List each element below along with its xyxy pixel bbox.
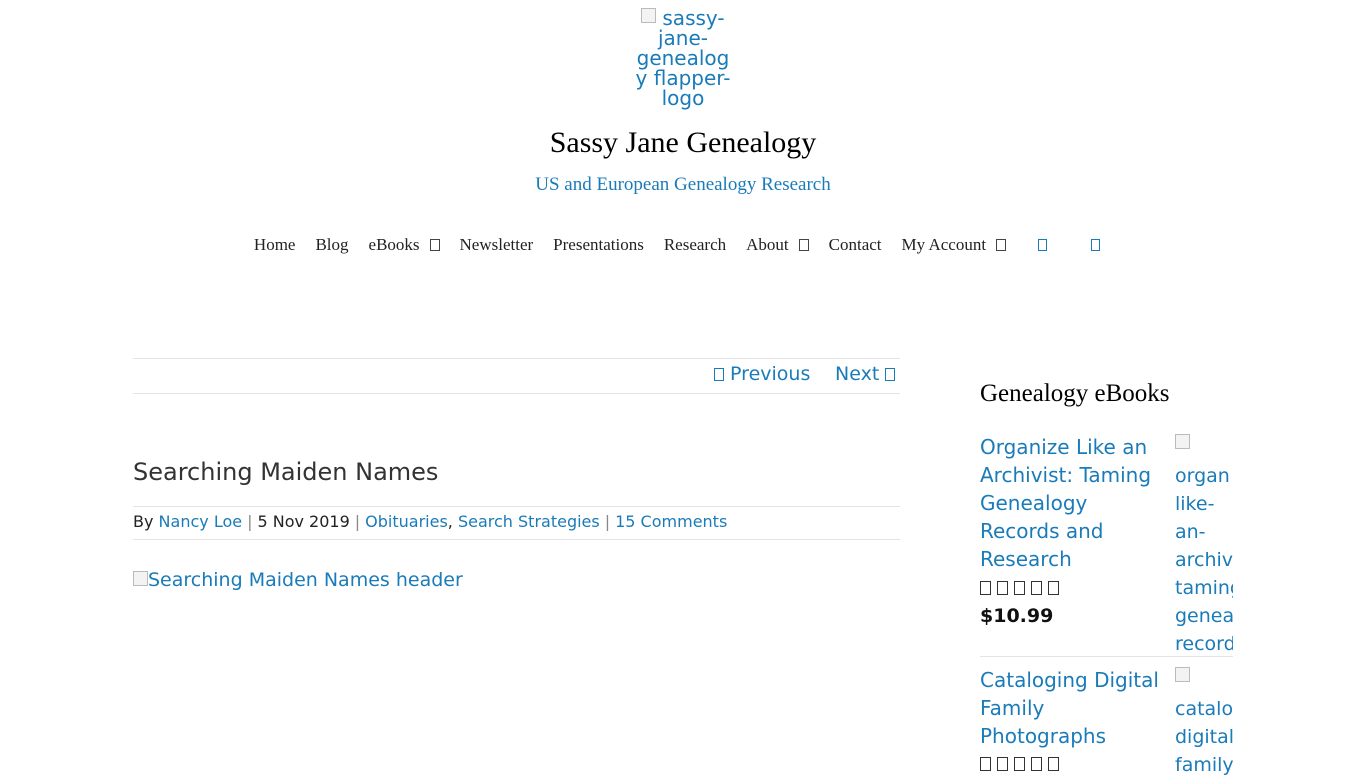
site-tagline: US and European Genealogy Research: [535, 174, 831, 195]
thumb-alt-line: like-: [1175, 493, 1215, 515]
star-icon: [997, 581, 1008, 595]
nav-blog[interactable]: Blog: [305, 235, 358, 255]
broken-image-icon: [133, 571, 148, 586]
nav-ebooks[interactable]: eBooks: [359, 235, 450, 255]
post-nav-divider-bottom: [133, 393, 900, 394]
meta-divider-top: [133, 506, 900, 507]
product-price: $10.99: [980, 605, 1054, 627]
star-rating: [980, 757, 1059, 771]
star-icon: [1048, 581, 1059, 595]
thumb-alt-line: digital: [1175, 726, 1233, 748]
nav-about-label: About: [746, 235, 789, 254]
thumb-alt-line: family: [1175, 754, 1233, 776]
star-icon: [1014, 581, 1025, 595]
star-icon: [1031, 757, 1042, 771]
star-icon: [1031, 581, 1042, 595]
nav-blog-label: Blog: [315, 235, 349, 254]
chevron-left-icon: [714, 368, 724, 381]
product-title-link[interactable]: Organize Like an Archivist: Taming Genea…: [980, 433, 1165, 573]
nav-contact-label: Contact: [828, 235, 882, 254]
comments-link[interactable]: 15 Comments: [615, 512, 727, 531]
star-icon: [980, 757, 991, 771]
thumb-alt-line: an-: [1175, 521, 1206, 543]
meta-divider-bottom: [133, 539, 900, 540]
nav-home[interactable]: Home: [244, 235, 306, 255]
star-icon: [997, 757, 1008, 771]
star-rating: [980, 581, 1059, 595]
star-icon: [1014, 757, 1025, 771]
category-link-search-strategies[interactable]: Search Strategies: [458, 512, 600, 531]
nav-research-label: Research: [663, 235, 727, 254]
category-link-obituaries[interactable]: Obituaries: [365, 512, 448, 531]
search-icon: [1091, 239, 1101, 251]
thumb-alt-line: archiv: [1175, 549, 1233, 571]
author-link[interactable]: Nancy Loe: [159, 512, 243, 531]
star-icon: [980, 581, 991, 595]
previous-label: Previous: [730, 363, 811, 385]
meta-by: By: [133, 512, 154, 531]
post-meta: By Nancy Loe | 5 Nov 2019 | Obituaries, Sear…: [133, 512, 728, 531]
post-nav-divider-top: [133, 358, 900, 359]
nav-newsletter-label: Newsletter: [459, 235, 534, 254]
thumb-alt-line: record: [1175, 633, 1233, 655]
product-divider: [980, 656, 1233, 657]
thumb-alt-line: catalo: [1175, 698, 1233, 720]
broken-image-icon: [1175, 434, 1190, 449]
nav-contact[interactable]: Contact: [819, 235, 892, 255]
product-item: Organize Like an Archivist: Taming Genea…: [980, 433, 1233, 655]
main-nav: Home Blog eBooks Newsletter Presentation…: [0, 235, 1366, 255]
post-title: Searching Maiden Names: [133, 458, 439, 486]
cart-icon: [1038, 239, 1048, 251]
nav-newsletter[interactable]: Newsletter: [450, 235, 544, 255]
thumb-alt-line: organ: [1175, 465, 1230, 487]
chevron-right-icon: [885, 368, 896, 381]
nav-search[interactable]: [1069, 235, 1122, 255]
next-label: Next: [835, 363, 880, 385]
nav-research[interactable]: Research: [654, 235, 736, 255]
sidebar-title: Genealogy eBooks: [980, 380, 1170, 407]
nav-my-account[interactable]: My Account: [892, 235, 1017, 255]
nav-my-account-label: My Account: [901, 235, 987, 254]
site-logo[interactable]: sassy-jane-genealogy flapper-logo: [633, 8, 733, 108]
product-thumbnail[interactable]: organ like- an- archiv taming genea reco…: [1175, 434, 1233, 658]
star-icon: [1048, 757, 1059, 771]
broken-image-icon: [1175, 667, 1190, 682]
nav-ebooks-label: eBooks: [368, 235, 420, 254]
previous-post-link[interactable]: Previous: [714, 363, 810, 385]
nav-cart[interactable]: [1016, 235, 1069, 255]
nav-presentations-label: Presentations: [553, 235, 644, 254]
post-date: 5 Nov 2019: [257, 512, 350, 531]
next-post-link[interactable]: Next: [835, 363, 896, 385]
thumb-alt-line: genea: [1175, 605, 1233, 627]
nav-presentations[interactable]: Presentations: [543, 235, 654, 255]
nav-home-label: Home: [253, 235, 296, 254]
product-item: Cataloging Digital Family Photographs ca…: [980, 666, 1233, 776]
nav-about[interactable]: About: [736, 235, 819, 255]
header-image-alt: Searching Maiden Names header: [148, 569, 463, 591]
site-title[interactable]: Sassy Jane Genealogy: [0, 126, 1366, 160]
thumb-alt-line: taming: [1175, 577, 1233, 599]
product-title-link[interactable]: Cataloging Digital Family Photographs: [980, 666, 1165, 750]
chevron-down-icon: [429, 239, 440, 251]
chevron-down-icon: [996, 239, 1007, 251]
post-header-image: Searching Maiden Names header: [133, 569, 463, 591]
chevron-down-icon: [798, 239, 809, 251]
product-thumbnail[interactable]: catalo digital family: [1175, 667, 1233, 779]
broken-image-icon: [641, 8, 657, 23]
